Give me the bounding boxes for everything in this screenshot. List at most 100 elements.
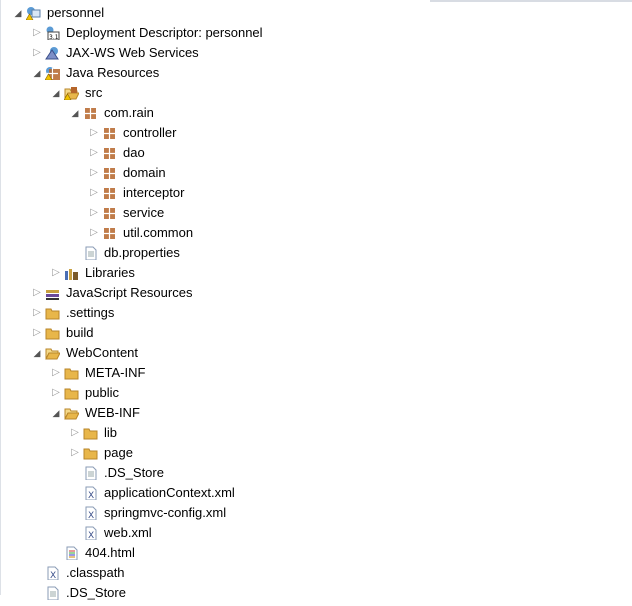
svg-text:X: X [88,491,94,500]
tree-item-label: applicationContext.xml [104,485,235,500]
tree-item-label: build [66,325,94,340]
package-icon [102,146,117,160]
tree-item[interactable]: db.properties [0,243,632,263]
collapsed-arrow-icon[interactable]: ▷ [88,163,100,183]
collapsed-arrow-icon[interactable]: ▷ [50,363,62,383]
tree-item-label: .classpath [66,565,125,580]
collapsed-arrow-icon[interactable]: ▷ [31,323,43,343]
tree-item[interactable]: ▷ util.common [0,223,632,243]
tree-item[interactable]: .DS_Store [0,583,632,603]
collapsed-arrow-icon[interactable]: ▷ [50,383,62,403]
svg-text:X: X [88,511,94,520]
folder-icon [45,326,60,340]
folder-icon [45,306,60,320]
tree-item-label: lib [104,425,118,440]
tree-item[interactable]: ◢ WebContent [0,343,632,363]
tree-item[interactable]: .DS_Store [0,463,632,483]
tree-item-label: Deployment Descriptor: personnel [66,25,263,40]
svg-text:X: X [88,531,94,540]
tree-item[interactable]: ◢ personnel [0,3,632,23]
folder-open-icon [45,346,61,360]
tree-item-label: com.rain [104,105,154,120]
tree-item[interactable]: XapplicationContext.xml [0,483,632,503]
tree-item[interactable]: Xweb.xml [0,523,632,543]
tree-item-label: JavaScript Resources [66,285,193,300]
project-explorer-tree: ◢ personnel ▷ 3.1 Deployment Descriptor: per… [0,3,632,603]
tree-item-label: .DS_Store [66,585,126,600]
expanded-arrow-icon[interactable]: ◢ [12,3,24,23]
expanded-arrow-icon[interactable]: ◢ [31,63,43,83]
tree-item[interactable]: ◢ src [0,83,632,103]
tree-item[interactable]: ▷ Libraries [0,263,632,283]
tree-item[interactable]: ▷ 3.1 Deployment Descriptor: personnel [0,23,632,43]
folder-open-icon [64,406,80,420]
tree-item-label: public [85,385,119,400]
collapsed-arrow-icon[interactable]: ▷ [88,223,100,243]
package-icon [102,226,117,240]
collapsed-arrow-icon[interactable]: ▷ [69,443,81,463]
collapsed-arrow-icon[interactable]: ▷ [31,23,43,43]
panel-border-top [430,0,632,2]
tree-item[interactable]: ▷ domain [0,163,632,183]
folder-icon [64,366,79,380]
collapsed-arrow-icon[interactable]: ▷ [50,263,62,283]
package-icon [102,166,117,180]
collapsed-arrow-icon[interactable]: ▷ [88,183,100,203]
tree-item-label: service [123,205,165,220]
xml-file-icon: X [45,566,60,581]
folder-icon [64,386,79,400]
tree-item-label: WEB-INF [85,405,140,420]
tree-item[interactable]: ◢ WEB-INF [0,403,632,423]
tree-item-label: 404.html [85,545,135,560]
collapsed-arrow-icon[interactable]: ▷ [31,283,43,303]
tree-item-label: personnel [47,5,105,20]
collapsed-arrow-icon[interactable]: ▷ [69,423,81,443]
expanded-arrow-icon[interactable]: ◢ [50,403,62,423]
tree-item-label: META-INF [85,365,146,380]
collapsed-arrow-icon[interactable]: ▷ [88,143,100,163]
tree-item[interactable]: Xspringmvc-config.xml [0,503,632,523]
tree-item-label: .DS_Store [104,465,164,480]
tree-item[interactable]: ▷ public [0,383,632,403]
tree-item-label: Java Resources [66,65,160,80]
folder-icon [83,426,98,440]
tree-item[interactable]: ▷ dao [0,143,632,163]
tree-item[interactable]: ▷ JavaScript Resources [0,283,632,303]
libraries-icon [64,266,79,280]
xml-file-icon: X [83,526,98,541]
tree-item[interactable]: 404.html [0,543,632,563]
tree-item[interactable]: ▷ lib [0,423,632,443]
tree-item[interactable]: ▷ build [0,323,632,343]
tree-item[interactable]: ◢ com.rain [0,103,632,123]
expanded-arrow-icon[interactable]: ◢ [31,343,43,363]
tree-item[interactable]: ▷ page [0,443,632,463]
tree-item[interactable]: ▷ interceptor [0,183,632,203]
tree-item[interactable]: ▷ service [0,203,632,223]
tree-item-label: db.properties [104,245,180,260]
tree-item[interactable]: ◢ Java Resources [0,63,632,83]
tree-item[interactable]: X .classpath [0,563,632,583]
folder-icon [83,446,98,460]
tree-item-label: Libraries [85,265,135,280]
tree-item[interactable]: ▷ controller [0,123,632,143]
package-icon [102,126,117,140]
package-icon [102,186,117,200]
expanded-arrow-icon[interactable]: ◢ [69,103,81,123]
file-icon [83,466,98,481]
expanded-arrow-icon[interactable]: ◢ [50,83,62,103]
javascript-resources-icon [45,286,60,300]
deployment-descriptor-icon: 3.1 [45,26,60,41]
tree-item-label: util.common [123,225,194,240]
collapsed-arrow-icon[interactable]: ▷ [31,43,43,63]
file-icon [83,246,98,261]
svg-text:X: X [50,571,56,580]
collapsed-arrow-icon[interactable]: ▷ [88,123,100,143]
tree-item[interactable]: ▷ .settings [0,303,632,323]
tree-item-label: springmvc-config.xml [104,505,227,520]
tree-item-label: web.xml [104,525,152,540]
collapsed-arrow-icon[interactable]: ▷ [88,203,100,223]
package-icon [102,206,117,220]
collapsed-arrow-icon[interactable]: ▷ [31,303,43,323]
tree-item[interactable]: ▷ META-INF [0,363,632,383]
tree-item[interactable]: ▷ JAX-WS Web Services [0,43,632,63]
